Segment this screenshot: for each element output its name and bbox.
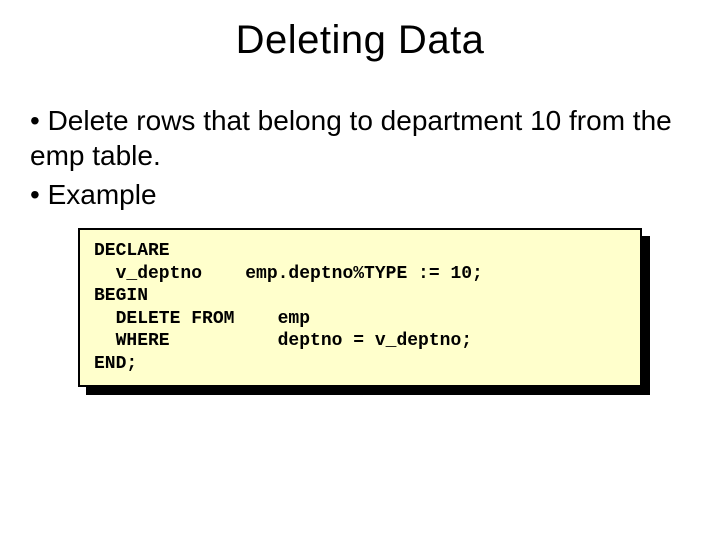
bullet-item: • Delete rows that belong to department … — [30, 103, 690, 173]
slide-body: • Delete rows that belong to department … — [0, 103, 720, 387]
code-box: DECLARE v_deptno emp.deptno%TYPE := 10; … — [78, 228, 642, 387]
slide-title: Deleting Data — [0, 18, 720, 63]
bullet-item: • Example — [30, 177, 690, 212]
slide: Deleting Data • Delete rows that belong … — [0, 18, 720, 558]
code-example: DECLARE v_deptno emp.deptno%TYPE := 10; … — [78, 228, 642, 387]
